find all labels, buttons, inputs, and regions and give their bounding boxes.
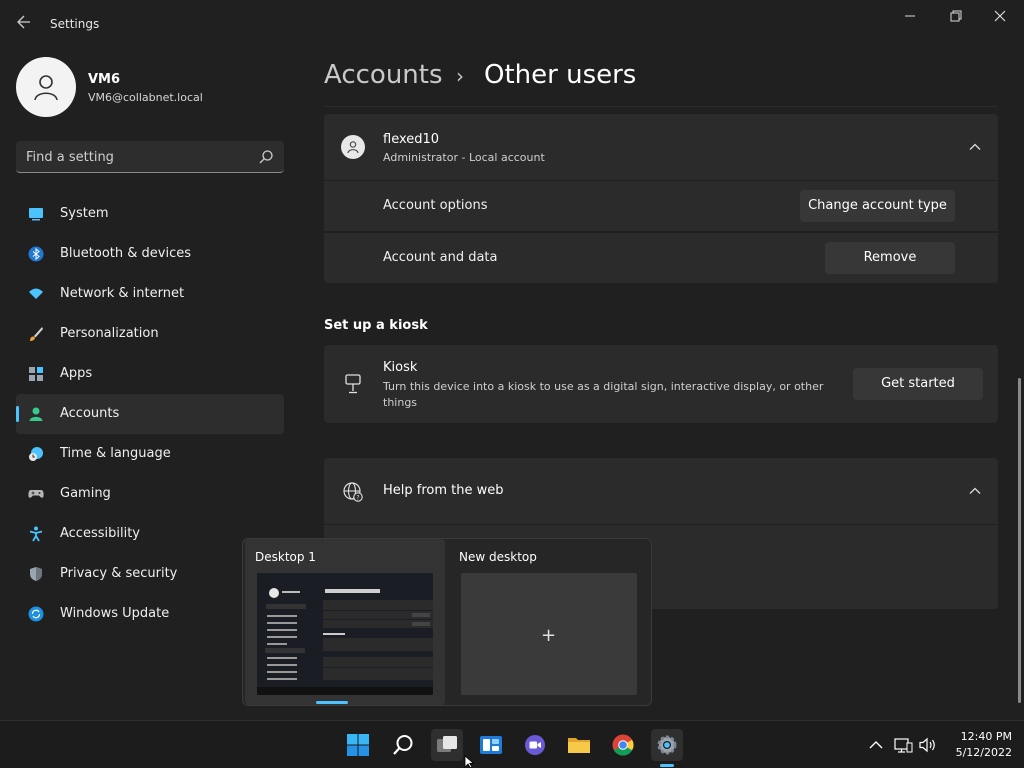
profile-email: VM6@collabnet.local <box>88 91 203 104</box>
desktop-thumbnail[interactable] <box>257 573 433 695</box>
start-icon[interactable] <box>342 729 374 761</box>
minimize-button[interactable] <box>900 8 920 24</box>
user-account-type: Administrator - Local account <box>383 151 545 164</box>
widgets-icon[interactable] <box>475 729 507 761</box>
taskbar <box>0 720 1024 768</box>
wifi-icon <box>29 288 43 299</box>
sidebar-item-time-language[interactable]: Time & language <box>16 434 284 474</box>
new-desktop-tile[interactable]: New desktop + <box>449 539 649 705</box>
user-icon <box>347 141 359 154</box>
search-icon[interactable] <box>258 149 274 165</box>
sidebar-item-label: Network & internet <box>60 286 185 301</box>
network-icon[interactable] <box>893 735 913 755</box>
remove-button[interactable]: Remove <box>825 242 955 274</box>
user-account-header[interactable]: flexed10 Administrator - Local account <box>324 114 998 180</box>
account-data-label: Account and data <box>383 250 498 265</box>
search-icon[interactable] <box>387 729 419 761</box>
sidebar-item-label: System <box>60 206 109 221</box>
sidebar-item-label: Bluetooth & devices <box>60 246 191 261</box>
desktop-label: New desktop <box>459 550 537 564</box>
page-title: Other users <box>484 60 637 90</box>
active-app-indicator <box>660 764 674 767</box>
search-placeholder: Find a setting <box>26 150 114 165</box>
update-icon <box>28 606 44 622</box>
accounts-icon <box>29 407 43 421</box>
breadcrumb-parent[interactable]: Accounts <box>324 60 443 90</box>
close-button[interactable] <box>990 8 1010 24</box>
sidebar-item-label: Accessibility <box>60 526 140 541</box>
task-view-icon[interactable] <box>431 729 463 761</box>
help-from-web-label: Help from the web <box>383 483 504 498</box>
sidebar-item-apps[interactable]: Apps <box>16 354 284 394</box>
sidebar-item-label: Time & language <box>60 446 171 461</box>
sidebar-item-gaming[interactable]: Gaming <box>16 474 284 514</box>
sidebar-item-label: Accounts <box>60 406 120 421</box>
sidebar-item-personalization[interactable]: Personalization <box>16 314 284 354</box>
chevron-up-icon[interactable] <box>968 484 982 498</box>
clock-globe-icon <box>29 447 43 461</box>
clock-time[interactable]: 12:40 PM <box>940 730 1012 743</box>
sidebar-item-label: Apps <box>60 366 93 381</box>
kiosk-card: Kiosk Turn this device into a kiosk to u… <box>324 345 998 423</box>
app-title: Settings <box>50 17 100 31</box>
get-started-button[interactable]: Get started <box>853 368 983 400</box>
volume-icon[interactable] <box>918 735 938 755</box>
sidebar-item-label: Personalization <box>60 326 159 341</box>
sidebar-item-label: Privacy & security <box>60 566 178 581</box>
bluetooth-icon <box>28 246 44 262</box>
chevron-up-icon[interactable] <box>968 140 982 154</box>
account-options-row: Account options Change account type <box>324 181 998 231</box>
sidebar-item-network[interactable]: Network & internet <box>16 274 284 314</box>
sidebar-item-system[interactable]: System <box>16 194 284 234</box>
profile-name: VM6 <box>88 72 121 87</box>
sidebar-item-accounts[interactable]: Accounts <box>16 394 284 434</box>
gamepad-icon <box>28 490 44 498</box>
user-icon <box>34 75 58 101</box>
help-from-web-header[interactable]: ? Help from the web <box>324 458 998 524</box>
desktop-label: Desktop 1 <box>255 550 316 564</box>
avatar[interactable] <box>16 57 76 117</box>
scrollbar[interactable] <box>1018 378 1021 703</box>
plus-icon: + <box>541 625 557 646</box>
shield-icon <box>30 567 42 581</box>
kiosk-icon <box>345 374 361 394</box>
chevron-up-icon[interactable] <box>866 735 886 755</box>
title-bar: Settings <box>0 0 1024 48</box>
active-desktop-indicator <box>316 701 348 704</box>
account-data-row: Account and data Remove <box>324 233 998 283</box>
new-desktop-button[interactable]: + <box>461 573 637 695</box>
accessibility-icon <box>29 526 43 542</box>
brush-icon <box>30 327 43 341</box>
user-name: flexed10 <box>383 132 440 147</box>
account-options-label: Account options <box>383 198 488 213</box>
divider <box>324 106 998 107</box>
kiosk-description: Turn this device into a kiosk to use as … <box>383 380 824 409</box>
user-avatar <box>341 135 365 159</box>
back-arrow-icon[interactable] <box>12 12 36 36</box>
restore-button[interactable] <box>945 8 965 24</box>
svg-text:?: ? <box>356 494 359 501</box>
apps-icon <box>29 367 43 381</box>
sidebar-item-bluetooth[interactable]: Bluetooth & devices <box>16 234 284 274</box>
breadcrumb-separator-icon: › <box>456 64 464 88</box>
sidebar-item-label: Windows Update <box>60 606 170 621</box>
desktop-1-tile[interactable]: Desktop 1 <box>245 539 445 705</box>
globe-help-icon: ? <box>343 482 363 502</box>
change-account-type-button[interactable]: Change account type <box>800 190 955 222</box>
kiosk-title: Kiosk <box>383 360 418 375</box>
sidebar-item-label: Gaming <box>60 486 111 501</box>
chrome-icon[interactable] <box>607 729 639 761</box>
task-view-flyout: Desktop 1 New desktop + <box>242 538 652 706</box>
system-icon <box>29 208 43 221</box>
search-input[interactable]: Find a setting <box>16 141 284 173</box>
file-explorer-icon[interactable] <box>563 729 595 761</box>
clock-date[interactable]: 5/12/2022 <box>940 746 1012 759</box>
kiosk-section-title: Set up a kiosk <box>324 318 428 333</box>
mouse-cursor-icon <box>464 755 475 768</box>
teams-chat-icon[interactable] <box>519 729 551 761</box>
settings-icon[interactable] <box>651 729 683 767</box>
